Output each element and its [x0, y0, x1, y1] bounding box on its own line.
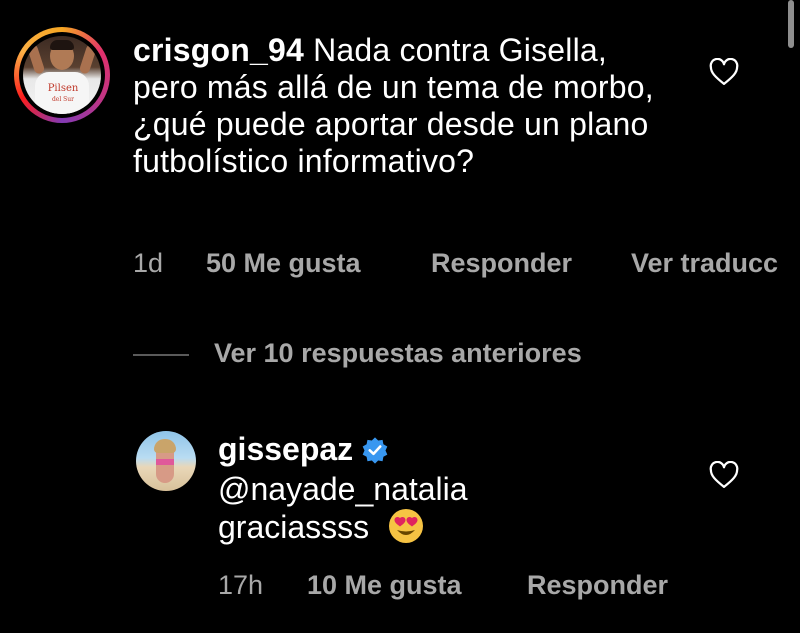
comment-reply-button[interactable]: Responder [431, 248, 572, 279]
avatar-arm [78, 43, 98, 75]
like-heart-icon[interactable] [709, 58, 739, 86]
verified-badge-icon [362, 436, 388, 464]
avatar[interactable]: Pilsen del Sur [23, 36, 101, 114]
reply-time: 17h [218, 570, 264, 600]
avatar-ring-gap: Pilsen del Sur [19, 32, 105, 118]
reply-mention-link[interactable]: @nayade_natalia [218, 470, 468, 508]
heart-eyes-emoji-icon [389, 509, 424, 543]
comment-username[interactable]: crisgon_94 [133, 32, 304, 68]
comment-body: crisgon_94 Nada contra Gisella, pero más… [133, 32, 673, 180]
avatar-hair [50, 40, 74, 50]
reply-likes-link[interactable]: 10 Me gusta [307, 570, 462, 601]
avatar-shirt-logo: Pilsen del Sur [47, 83, 79, 104]
view-previous-replies-button[interactable]: Ver 10 respuestas anteriores [214, 338, 582, 369]
avatar-swimsuit [156, 459, 174, 465]
replies-divider [133, 354, 189, 356]
reply-username-row: gissepaz [218, 431, 389, 468]
comment-likes-link[interactable]: 50 Me gusta [206, 248, 361, 279]
reply-avatar[interactable] [136, 431, 196, 491]
translate-button[interactable]: Ver traducc [631, 248, 778, 279]
reply-reply-button[interactable]: Responder [527, 570, 668, 601]
reply-like-heart-icon[interactable] [709, 461, 739, 489]
avatar-arm [26, 43, 46, 75]
avatar-hair [154, 439, 176, 453]
reply-text: graciassss [218, 509, 370, 545]
reply-username[interactable]: gissepaz [218, 431, 353, 468]
comment: Pilsen del Sur crisgon_94 Nada contra Gis… [0, 0, 800, 300]
reply-body: @nayade_natalia graciassss [218, 470, 468, 546]
reply-text-line: graciassss [218, 508, 468, 546]
avatar-story-ring[interactable]: Pilsen del Sur [14, 27, 110, 123]
comment-time: 1d [133, 248, 164, 278]
